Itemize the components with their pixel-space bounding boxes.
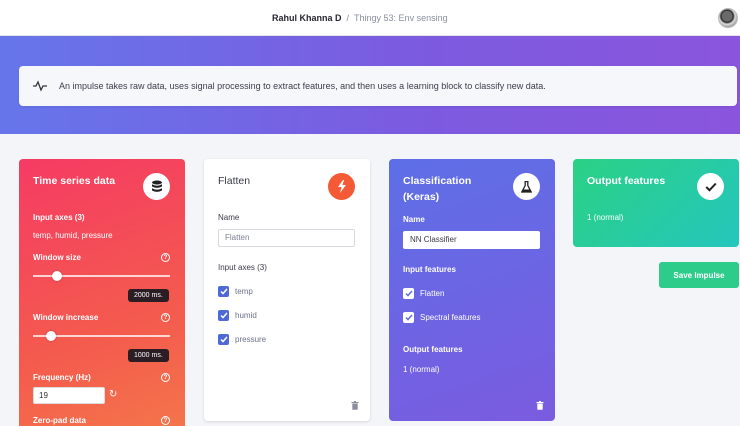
classification-card: Classification (Keras) Name NN Classifie… (389, 159, 555, 421)
classification-title: Classification (Keras) (403, 173, 471, 205)
feature-checkbox-spectral[interactable] (403, 312, 414, 323)
breadcrumb-project[interactable]: Thingy 53: Env sensing (354, 13, 448, 23)
frequency-input[interactable]: 19 (33, 387, 105, 404)
trash-icon[interactable] (536, 401, 544, 410)
time-series-title: Time series data (33, 175, 116, 187)
classification-name-input[interactable]: NN Classifier (403, 231, 540, 249)
axis-checkbox-humid[interactable] (218, 310, 229, 321)
lightning-icon (328, 173, 355, 200)
save-impulse-button[interactable]: Save Impulse (659, 262, 739, 288)
output-features-value: 1 (normal) (587, 213, 624, 222)
input-features-label: Input features (403, 265, 456, 274)
feature-label-spectral: Spectral features (420, 313, 481, 322)
window-size-slider-handle[interactable] (52, 271, 63, 281)
flatten-name-label: Name (218, 213, 240, 222)
feature-label-flatten: Flatten (420, 289, 445, 298)
classification-title-line1: Classification (403, 175, 472, 187)
time-series-card: Time series data Input axes (3) temp, hu… (19, 159, 185, 426)
window-size-value: 2000 ms. (128, 289, 169, 302)
classification-name-label: Name (403, 215, 425, 224)
check-icon (697, 173, 724, 200)
top-bar: Rahul Khanna D / Thingy 53: Env sensing (0, 0, 740, 36)
window-size-slider[interactable] (33, 271, 170, 281)
info-box: An impulse takes raw data, uses signal p… (19, 66, 737, 106)
window-increase-slider[interactable] (33, 331, 170, 341)
window-increase-slider-handle[interactable] (45, 331, 56, 341)
classification-output-value: 1 (normal) (403, 365, 440, 374)
output-features-title: Output features (587, 175, 666, 187)
input-axes-label: Input axes (3) (33, 213, 85, 222)
axis-label-humid: humid (235, 311, 257, 320)
feature-checkbox-flatten[interactable] (403, 288, 414, 299)
window-increase-help-icon[interactable]: ? (161, 313, 170, 322)
window-size-label: Window size (33, 253, 81, 262)
breadcrumb-user[interactable]: Rahul Khanna D (272, 13, 342, 23)
window-increase-label: Window increase (33, 313, 99, 322)
zero-pad-help-icon[interactable]: ? (161, 416, 170, 425)
output-features-card: Output features 1 (normal) (573, 159, 739, 247)
axis-label-pressure: pressure (235, 335, 267, 344)
classification-output-label: Output features (403, 345, 463, 354)
breadcrumb-separator: / (346, 13, 350, 23)
trash-icon[interactable] (351, 401, 359, 410)
window-size-help-icon[interactable]: ? (161, 253, 170, 262)
database-icon (143, 173, 170, 200)
flatten-name-input[interactable]: Flatten (218, 229, 355, 247)
avatar[interactable] (718, 8, 738, 28)
breadcrumb: Rahul Khanna D / Thingy 53: Env sensing (272, 13, 448, 23)
zero-pad-label: Zero-pad data (33, 416, 86, 425)
classification-title-line2: (Keras) (403, 191, 440, 203)
frequency-help-icon[interactable]: ? (161, 373, 170, 382)
window-increase-value: 1000 ms. (128, 349, 169, 362)
info-message: An impulse takes raw data, uses signal p… (59, 81, 546, 91)
input-axes-value: temp, humid, pressure (33, 231, 113, 240)
flatten-title: Flatten (218, 175, 251, 187)
axis-checkbox-temp[interactable] (218, 286, 229, 297)
pulse-icon (33, 80, 47, 92)
frequency-label: Frequency (Hz) (33, 373, 91, 382)
axis-label-temp: temp (235, 287, 253, 296)
axis-checkbox-pressure[interactable] (218, 334, 229, 345)
flask-icon (513, 173, 540, 200)
refresh-icon[interactable]: ↻ (109, 389, 117, 400)
flatten-input-axes-label: Input axes (3) (218, 263, 267, 272)
flatten-card: Flatten Name Flatten Input axes (3) temp… (204, 159, 370, 421)
